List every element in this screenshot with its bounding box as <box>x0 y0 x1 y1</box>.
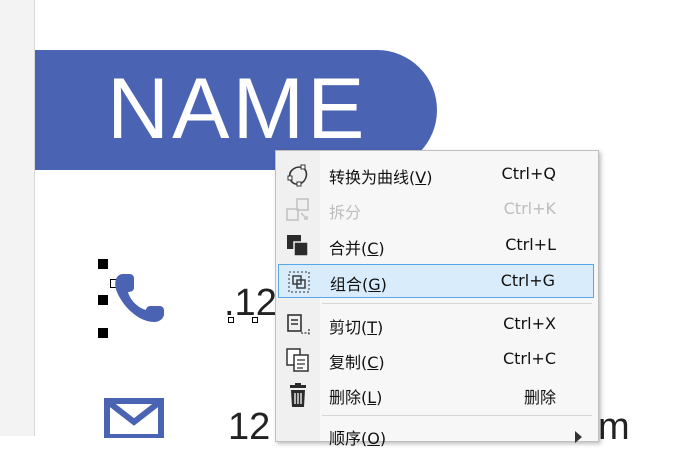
selection-handle[interactable] <box>98 295 108 305</box>
submenu-arrow-icon <box>575 431 582 443</box>
menu-item-copy[interactable]: 复制(C) Ctrl+C <box>278 343 594 377</box>
menu-item-shortcut: 删除 <box>523 388 556 407</box>
menu-item-label: 拆分 <box>329 203 362 222</box>
group-icon <box>288 271 310 293</box>
menu-item-cut[interactable]: 剪切(T) Ctrl+X <box>278 308 594 342</box>
menu-separator <box>322 303 592 304</box>
menu-item-break-apart[interactable]: 拆分 Ctrl+K <box>278 193 594 227</box>
convert-to-curves-icon <box>287 164 308 187</box>
menu-item-shortcut: Ctrl+L <box>505 235 556 254</box>
copy-icon <box>286 348 309 372</box>
menu-item-shortcut: Ctrl+G <box>500 271 555 290</box>
envelope-icon[interactable] <box>104 398 164 438</box>
cut-icon <box>287 314 310 336</box>
menu-item-label: 剪切(T) <box>329 318 384 337</box>
name-text[interactable]: NAME <box>107 66 367 152</box>
context-menu: 转换为曲线(V) Ctrl+Q 拆分 Ctrl+K 合并(C) Ctrl+L 组… <box>275 150 599 448</box>
menu-item-combine[interactable]: 合并(C) Ctrl+L <box>278 229 594 263</box>
phone-icon[interactable] <box>112 272 166 324</box>
menu-item-label: 组合(G) <box>330 275 387 294</box>
menu-item-shortcut: Ctrl+Q <box>501 164 556 183</box>
menu-item-label: 合并(C) <box>329 239 385 258</box>
menu-item-label: 转换为曲线(V) <box>329 168 433 187</box>
combine-icon <box>287 235 309 257</box>
menu-item-delete[interactable]: 删除(L) 删除 <box>278 378 594 412</box>
node-handle[interactable] <box>228 317 234 323</box>
menu-item-shortcut: Ctrl+X <box>503 314 556 333</box>
menu-separator <box>322 415 592 416</box>
menu-item-shortcut: Ctrl+K <box>503 199 556 218</box>
selection-handle[interactable] <box>98 259 108 269</box>
email-text[interactable]: 12 <box>228 406 270 449</box>
menu-item-group[interactable]: 组合(G) Ctrl+G <box>278 264 594 298</box>
menu-item-shortcut: Ctrl+C <box>502 349 556 368</box>
selection-handle[interactable] <box>98 328 108 338</box>
menu-item-order[interactable]: 顺序(O) <box>278 419 594 453</box>
node-handle[interactable] <box>252 317 258 323</box>
menu-item-label: 复制(C) <box>329 353 385 372</box>
menu-item-label: 删除(L) <box>329 388 383 407</box>
canvas-margin <box>0 0 35 436</box>
menu-item-convert-to-curves[interactable]: 转换为曲线(V) Ctrl+Q <box>278 158 594 192</box>
trash-icon <box>290 383 306 407</box>
email-text-tail[interactable]: m <box>598 406 630 449</box>
break-apart-icon <box>286 198 309 221</box>
menu-item-label: 顺序(O) <box>329 429 387 448</box>
